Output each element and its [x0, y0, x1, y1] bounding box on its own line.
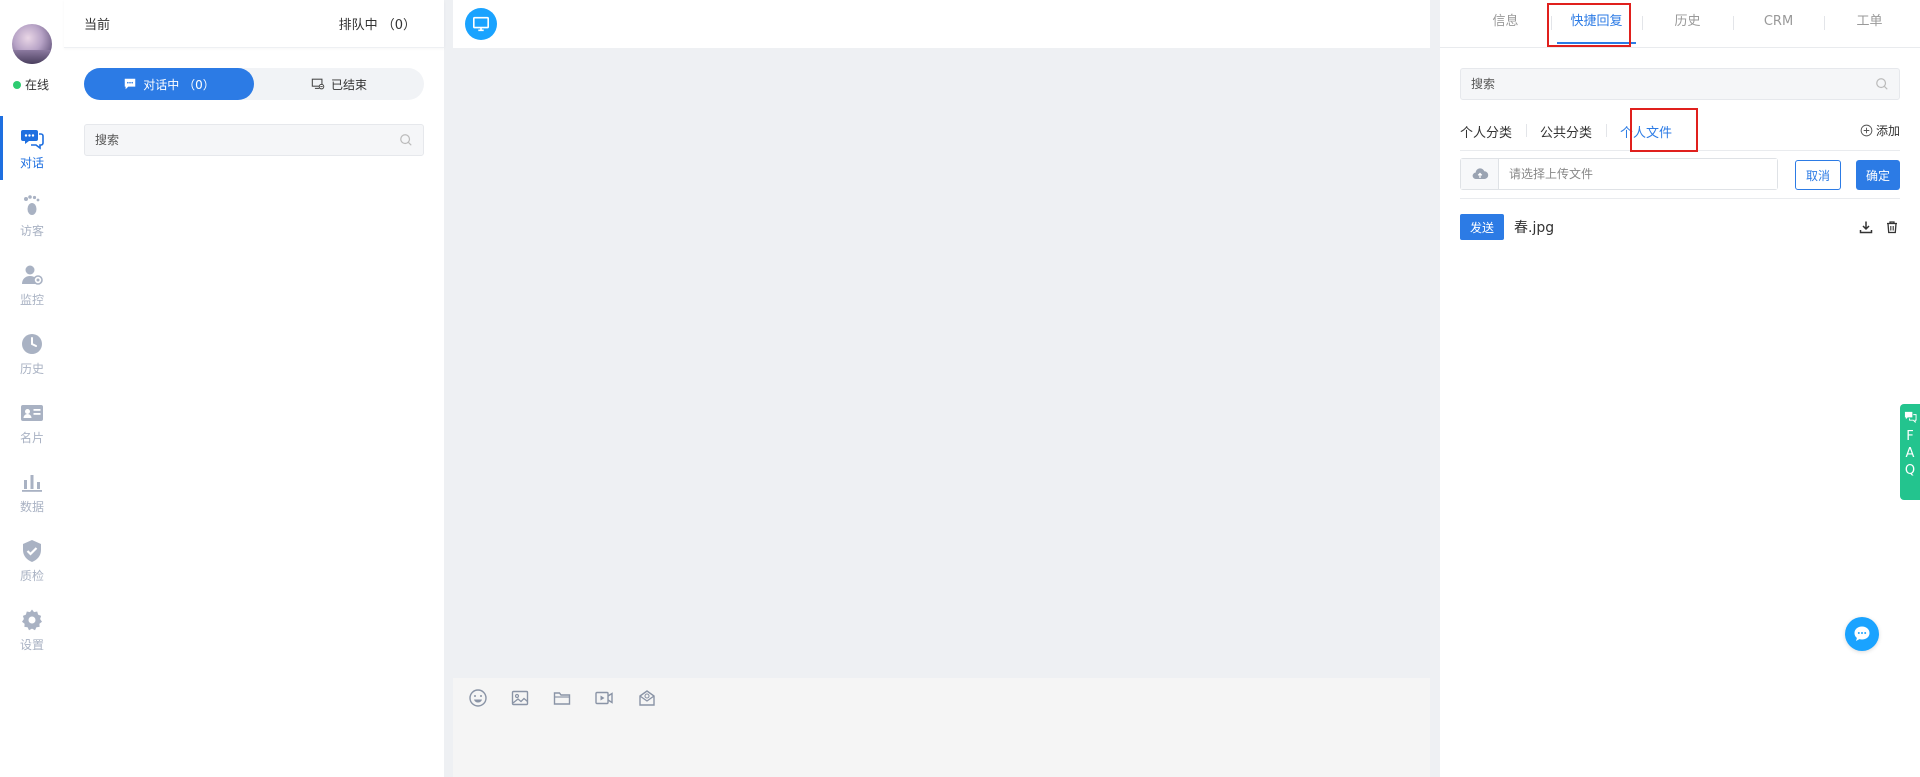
faq-letter: Q: [1904, 463, 1916, 478]
list-item: 发送 春.jpg: [1460, 214, 1900, 240]
nav-item-data[interactable]: 数据: [0, 460, 64, 524]
chat-header: [453, 0, 1430, 48]
conversation-list-panel: 当前 排队中 （0） 对话中 （0） 已结束: [64, 0, 444, 777]
left-nav: 在线 对话 访客 监控 历史 名片 数据 质检 设置: [0, 0, 64, 777]
emoji-icon[interactable]: [467, 687, 489, 709]
faq-chat-icon: [1904, 411, 1917, 423]
tabs-divider: [1440, 47, 1920, 48]
nav-label: 数据: [19, 499, 44, 514]
app: 在线 对话 访客 监控 历史 名片 数据 质检 设置 当前 排队中 （0） 对话…: [0, 0, 1920, 777]
online-status[interactable]: 在线: [13, 76, 49, 93]
tab-history[interactable]: 历史: [1642, 0, 1733, 44]
tab-in-conversation[interactable]: 对话中 （0）: [84, 68, 254, 100]
search-icon[interactable]: [399, 133, 413, 147]
message-area: [453, 48, 1430, 678]
tab-ended[interactable]: 已结束: [254, 68, 424, 100]
delete-icon[interactable]: [1884, 219, 1900, 235]
plus-circle-icon: [1860, 124, 1873, 137]
bar-chart-icon: [22, 474, 42, 492]
tab-label: 对话中 （0）: [143, 77, 215, 92]
quick-reply-search[interactable]: [1460, 68, 1900, 100]
gear-icon: [22, 609, 42, 630]
add-button[interactable]: 添加: [1860, 122, 1900, 139]
online-dot-icon: [13, 80, 21, 89]
monitor-off-icon: [311, 78, 325, 90]
file-upload-field[interactable]: [1460, 158, 1778, 190]
nav-item-card[interactable]: 名片: [0, 391, 64, 455]
tab-crm[interactable]: CRM: [1733, 0, 1824, 44]
nav-item-chat[interactable]: 对话: [0, 116, 64, 180]
current-label: 当前: [84, 18, 111, 33]
nav-label: 历史: [19, 361, 44, 376]
upload-cloud-icon[interactable]: [1461, 159, 1499, 189]
nav-item-visitor[interactable]: 访客: [0, 184, 64, 248]
conversation-filter: 对话中 （0） 已结束: [84, 68, 424, 100]
footprint-icon: [24, 194, 40, 215]
faq-letter: A: [1905, 446, 1915, 461]
id-card-icon: [21, 404, 43, 421]
floating-chat-button[interactable]: [1845, 617, 1879, 651]
nav-label: 监控: [19, 292, 44, 307]
shield-check-icon: [23, 539, 41, 562]
tab-info[interactable]: 信息: [1460, 0, 1551, 44]
chat-panel: [453, 0, 1430, 777]
folder-icon[interactable]: [551, 687, 573, 709]
nav-label: 对话: [19, 155, 44, 170]
nav-item-quality[interactable]: 质检: [0, 529, 64, 593]
tab-work-order[interactable]: 工单: [1824, 0, 1915, 44]
right-tabs: 信息 快捷回复 历史 CRM 工单: [1440, 0, 1920, 44]
send-file-button[interactable]: 发送: [1460, 214, 1504, 240]
desktop-icon: [472, 16, 490, 32]
add-label: 添加: [1875, 124, 1900, 138]
nav-item-monitor[interactable]: 监控: [0, 253, 64, 317]
confirm-button[interactable]: 确定: [1856, 160, 1900, 190]
chat-icon: [21, 129, 44, 150]
search-icon[interactable]: [1875, 77, 1889, 91]
monitor-user-icon: [22, 265, 43, 285]
list-header: 当前 排队中 （0）: [64, 0, 444, 48]
nav-label: 名片: [19, 430, 44, 445]
faq-tab[interactable]: F A Q: [1900, 404, 1920, 500]
highlight-box-personal-files: [1630, 108, 1698, 152]
cancel-button[interactable]: 取消: [1795, 160, 1841, 190]
nav-label: 质检: [19, 568, 44, 583]
tab-label: 已结束: [330, 77, 367, 92]
subtab-personal-category[interactable]: 个人分类: [1460, 122, 1526, 141]
upload-input[interactable]: [1499, 159, 1777, 189]
chat-bubble-icon: [1854, 626, 1870, 641]
nav-label: 访客: [19, 223, 44, 238]
conversation-search[interactable]: [84, 124, 424, 156]
avatar[interactable]: [12, 24, 52, 64]
nav-label: 设置: [19, 637, 44, 652]
nav-item-history[interactable]: 历史: [0, 322, 64, 386]
mail-icon[interactable]: [636, 687, 658, 709]
queue-label[interactable]: 排队中 （0）: [339, 14, 416, 33]
highlight-box-quick-reply: [1547, 3, 1631, 47]
subtab-public-category[interactable]: 公共分类: [1526, 122, 1606, 141]
message-icon: [125, 78, 136, 90]
status-label: 在线: [25, 78, 50, 92]
search-input[interactable]: [1471, 77, 1875, 91]
video-icon[interactable]: [593, 687, 615, 709]
desktop-channel-icon[interactable]: [465, 8, 497, 40]
file-name: 春.jpg: [1514, 220, 1555, 236]
upload-divider: [1460, 198, 1900, 199]
download-icon[interactable]: [1858, 219, 1874, 235]
right-panel: 信息 快捷回复 历史 CRM 工单 个人分类 公共分类 个人文件 添加 取消: [1440, 0, 1920, 777]
file-actions: [1858, 219, 1900, 235]
nav-item-settings[interactable]: 设置: [0, 598, 64, 662]
search-input[interactable]: [95, 133, 399, 147]
image-icon[interactable]: [509, 687, 531, 709]
clock-icon: [22, 333, 42, 354]
faq-letter: F: [1906, 429, 1914, 444]
